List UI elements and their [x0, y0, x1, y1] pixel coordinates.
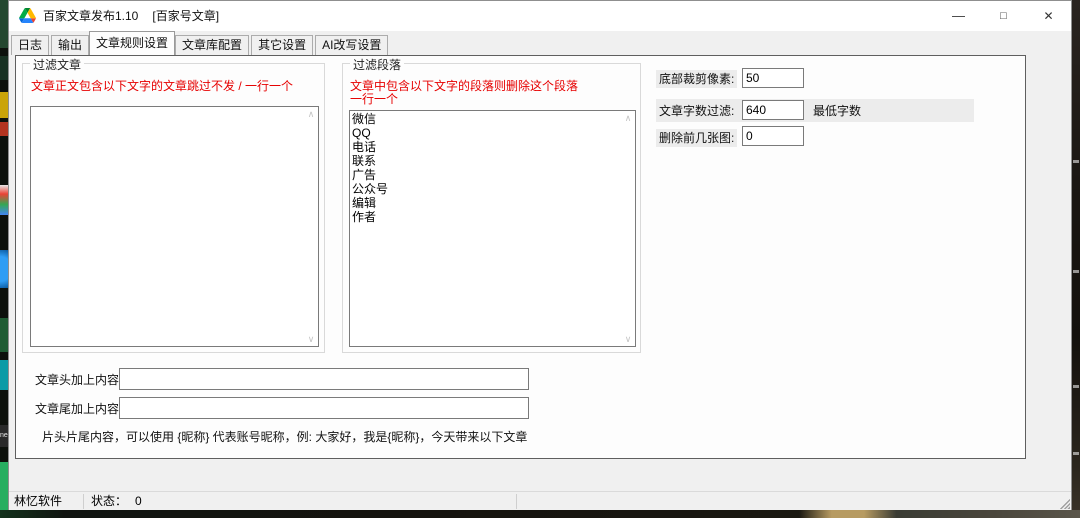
desktop-text-speck [1073, 452, 1079, 455]
filter-article-hint: 文章正文包含以下文字的文章跳过不发 / 一行一个 [31, 77, 293, 94]
word-count-suffix-label: 最低字数 [813, 102, 861, 120]
maximize-button[interactable]: □ [981, 1, 1026, 31]
desktop-icon-text-fragment: ne [0, 425, 8, 447]
article-tail-input[interactable] [119, 397, 529, 419]
filter-paragraph-hint-line2: 一行一个 [350, 90, 398, 107]
close-icon: ✕ [1043, 9, 1053, 23]
filter-article-textarea[interactable] [31, 107, 318, 346]
desktop-text-speck [1073, 160, 1079, 163]
status-value: 0 [135, 492, 142, 511]
article-tail-label: 文章尾加上内容: [35, 399, 122, 419]
filter-paragraph-groupbox: 过滤段落 文章中包含以下文字的段落则删除这个段落 一行一个 微信 QQ 电话 联… [342, 63, 641, 353]
filter-article-textarea-frame: ∧ ∨ [30, 106, 319, 347]
status-divider [83, 494, 84, 509]
maximize-icon: □ [1000, 10, 1007, 22]
article-head-label: 文章头加上内容: [35, 370, 122, 390]
remove-images-label: 删除前几张图: [656, 129, 737, 147]
desktop-icon-fragment [0, 185, 8, 215]
desktop-text-speck [1073, 385, 1079, 388]
scroll-down-icon[interactable]: ∨ [305, 333, 317, 345]
scroll-up-icon[interactable]: ∧ [622, 112, 634, 124]
minimize-icon: — [952, 8, 965, 23]
desktop-icon-fragment [0, 122, 8, 136]
remove-images-input[interactable] [742, 126, 804, 146]
desktop-icon-fragment [0, 92, 8, 118]
filter-paragraph-textarea[interactable]: 微信 QQ 电话 联系 广告 公众号 编辑 作者 [350, 111, 635, 346]
desktop-left-strip: ne [0, 0, 8, 518]
status-divider [516, 494, 517, 509]
tab-other-settings[interactable]: 其它设置 [251, 35, 313, 55]
app-window: 百家文章发布1.10 [百家号文章] — □ ✕ 日志 输出 文章规则设置 文章库… [8, 0, 1072, 510]
tab-log[interactable]: 日志 [11, 35, 49, 55]
tab-ai-rewrite[interactable]: AI改写设置 [315, 35, 388, 55]
tab-page-article-rules: 过滤文章 文章正文包含以下文字的文章跳过不发 / 一行一个 ∧ ∨ 过滤段落 文… [15, 55, 1026, 459]
filter-article-title: 过滤文章 [30, 56, 84, 73]
minimize-button[interactable]: — [936, 1, 981, 31]
desktop-icon-fragment [0, 56, 8, 80]
status-label: 状态： [91, 492, 127, 511]
desktop-icon-fragment [0, 318, 8, 352]
tab-article-library[interactable]: 文章库配置 [175, 35, 249, 55]
bottom-crop-input[interactable] [742, 68, 804, 88]
filter-paragraph-textarea-frame: 微信 QQ 电话 联系 广告 公众号 编辑 作者 ∧ ∨ [349, 110, 636, 347]
filter-paragraph-title: 过滤段落 [350, 56, 404, 73]
scroll-up-icon[interactable]: ∧ [305, 108, 317, 120]
tab-output[interactable]: 输出 [51, 35, 89, 55]
resize-grip[interactable] [1057, 496, 1070, 509]
filter-article-groupbox: 过滤文章 文章正文包含以下文字的文章跳过不发 / 一行一个 ∧ ∨ [22, 63, 325, 353]
desktop-icon-fragment [0, 250, 8, 288]
desktop: ne 百家文章发布1.10 [百家号文章] — □ ✕ [0, 0, 1080, 518]
article-head-input[interactable] [119, 368, 529, 390]
desktop-bottom-strip [0, 510, 1080, 518]
word-count-label: 文章字数过滤: [656, 102, 737, 120]
desktop-text-speck [1073, 270, 1079, 273]
desktop-icon-fragment [0, 360, 8, 390]
status-brand: 林忆软件 [14, 492, 62, 511]
app-icon [19, 8, 36, 23]
desktop-icon-fragment [0, 0, 8, 48]
app-title: 百家文章发布1.10 [43, 9, 138, 23]
bottom-crop-label: 底部裁剪像素: [656, 70, 737, 88]
scroll-down-icon[interactable]: ∨ [622, 333, 634, 345]
tab-strip: 日志 输出 文章规则设置 文章库配置 其它设置 AI改写设置 [11, 31, 390, 55]
status-bar: 林忆软件 状态： 0 [9, 491, 1071, 510]
word-count-input[interactable] [742, 100, 804, 120]
tab-article-rules[interactable]: 文章规则设置 [89, 31, 175, 55]
window-title: 百家文章发布1.10 [百家号文章] [43, 1, 219, 31]
header-footer-hint: 片头片尾内容，可以使用 {昵称} 代表账号昵称，例: 大家好，我是{昵称}，今天… [42, 428, 527, 445]
window-subtitle: [百家号文章] [152, 9, 219, 23]
desktop-right-strip [1072, 0, 1080, 518]
titlebar[interactable]: 百家文章发布1.10 [百家号文章] — □ ✕ [9, 1, 1071, 31]
close-button[interactable]: ✕ [1026, 1, 1071, 31]
